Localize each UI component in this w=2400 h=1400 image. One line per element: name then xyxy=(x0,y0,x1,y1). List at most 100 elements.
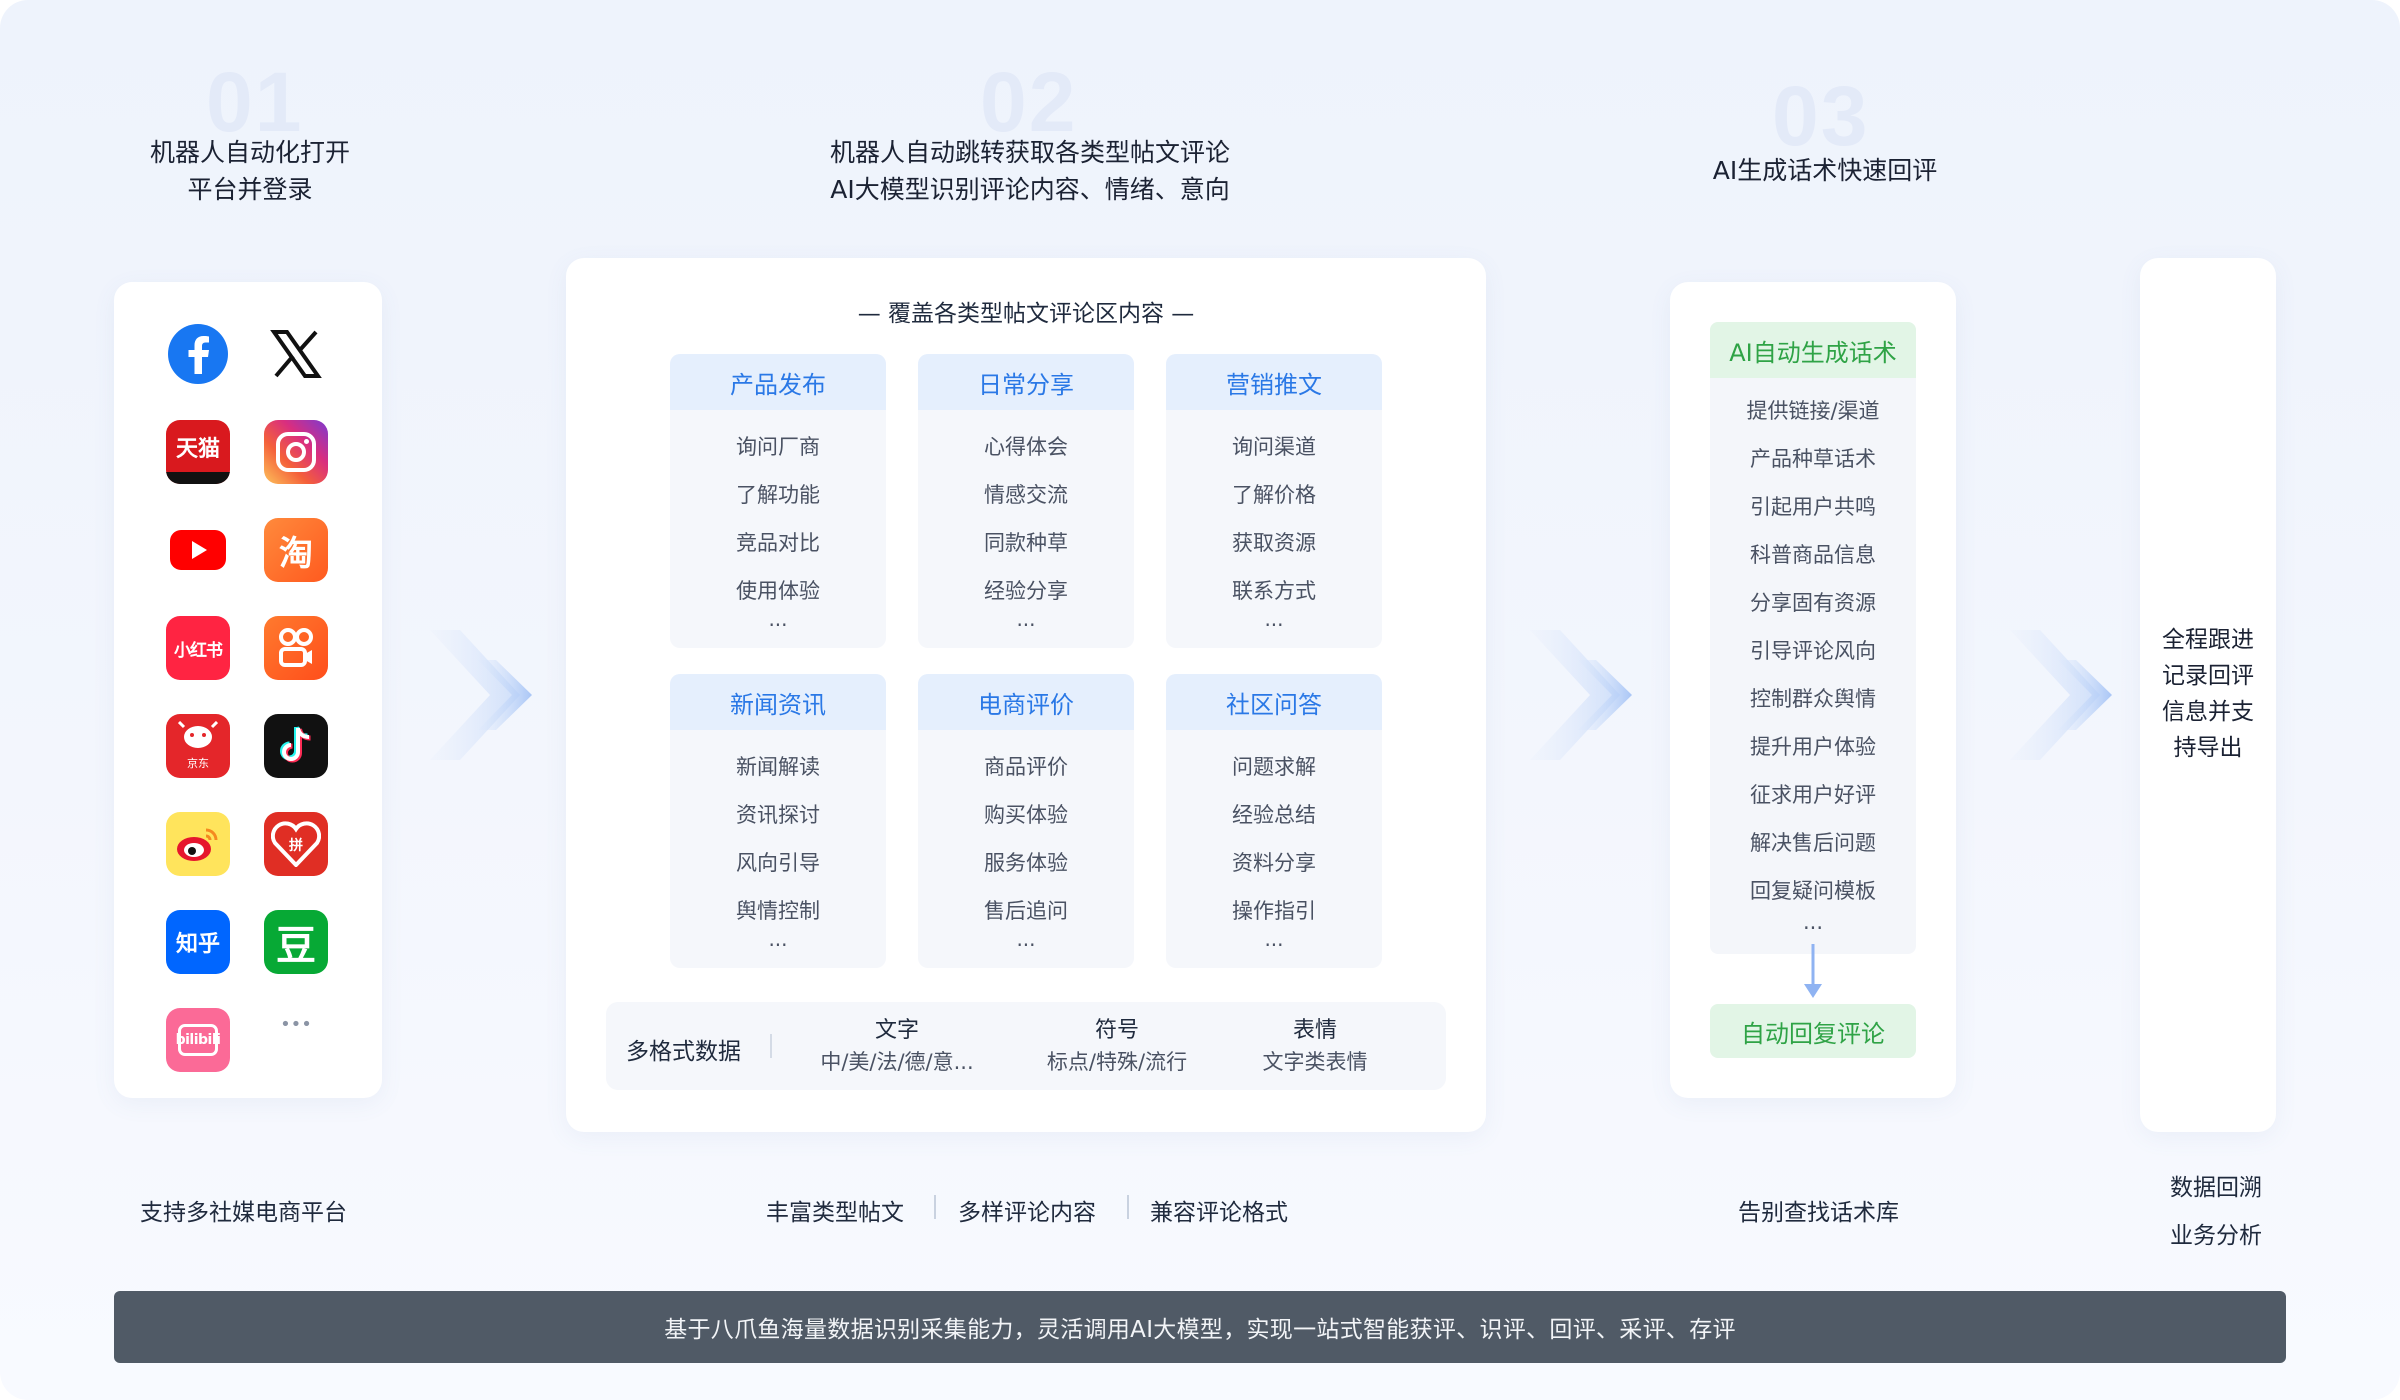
ai-script-item: 回复疑问模板 xyxy=(1750,879,1876,903)
pinduoduo-glyph: 拼 xyxy=(289,837,303,854)
category-item: 经验总结 xyxy=(1232,803,1316,827)
category-item: 资料分享 xyxy=(1232,851,1316,875)
kuaishou-icon[interactable] xyxy=(264,616,328,680)
category-item: 问题求解 xyxy=(1232,755,1316,779)
format-sub: 文字类表情 xyxy=(1262,1050,1368,1074)
bilibili-wordmark: bilibili xyxy=(175,1032,221,1048)
category-more: ... xyxy=(768,927,788,951)
caption-platforms: 支持多社媒电商平台 xyxy=(140,1200,347,1226)
step-title-2: 机器人自动跳转获取各类型帖文评论 AI大模型识别评论内容、情绪、意向 xyxy=(760,134,1300,208)
format-title: 符号 xyxy=(1094,1018,1139,1043)
step-title-2-line1: 机器人自动跳转获取各类型帖文评论 xyxy=(829,138,1230,167)
weibo-icon[interactable] xyxy=(166,812,230,876)
category-card-community: 社区问答 问题求解 经验总结 资料分享 操作指引 ... xyxy=(1166,674,1382,968)
category-card-news: 新闻资讯 新闻解读 资讯探讨 风向引导 舆情控制 ... xyxy=(670,674,886,968)
tracking-line: 持导出 xyxy=(2173,735,2243,761)
douban-icon[interactable]: 豆 xyxy=(264,910,328,974)
category-title: 新闻资讯 xyxy=(670,674,886,730)
caption-ai: 告别查找话术库 xyxy=(1738,1200,1899,1226)
ai-script-more: ... xyxy=(1802,910,1824,934)
auto-reply-button[interactable]: 自动回复评论 xyxy=(1710,1004,1916,1058)
category-item: 竞品对比 xyxy=(736,531,820,555)
category-item: 服务体验 xyxy=(984,851,1068,875)
flow-arrow-2 xyxy=(1530,630,1632,760)
format-text: 文字 中/美/法/德/意... xyxy=(792,1016,1002,1078)
format-sub: 标点/特殊/流行 xyxy=(1046,1050,1188,1074)
tiktok-icon[interactable] xyxy=(264,714,328,778)
ai-script-item: 产品种草话术 xyxy=(1750,447,1876,471)
category-item: 心得体会 xyxy=(984,435,1068,459)
multi-format-label: 多格式数据 xyxy=(626,1039,741,1065)
tmall-icon[interactable]: 天猫 xyxy=(166,420,230,484)
category-item: 询问厂商 xyxy=(736,435,820,459)
category-more: ... xyxy=(1264,927,1284,951)
tmall-icon-glyph: 天猫 xyxy=(175,437,220,462)
more-icon[interactable]: ••• xyxy=(264,992,328,1056)
category-card-daily: 日常分享 心得体会 情感交流 同款种草 经验分享 ... xyxy=(918,354,1134,648)
tracking-line: 全程跟进 xyxy=(2162,627,2254,653)
ai-script-item: 引导评论风向 xyxy=(1750,639,1876,663)
tracking-text: 全程跟进 记录回评 信息并支 持导出 xyxy=(2140,622,2276,766)
category-card-marketing: 营销推文 询问渠道 了解价格 获取资源 联系方式 ... xyxy=(1166,354,1382,648)
xiaohongshu-icon[interactable]: 小红书 xyxy=(166,616,230,680)
ai-script-item: 征求用户好评 xyxy=(1750,783,1876,807)
step-title-2-line2: AI大模型识别评论内容、情绪、意向 xyxy=(830,175,1230,204)
youtube-icon[interactable] xyxy=(166,518,230,582)
category-card-ecommerce: 电商评价 商品评价 购买体验 服务体验 售后追问 ... xyxy=(918,674,1134,968)
category-item: 新闻解读 xyxy=(736,755,820,779)
jd-icon-label: 京东 xyxy=(187,757,209,770)
format-title: 文字 xyxy=(874,1018,919,1043)
category-more: ... xyxy=(1264,607,1284,631)
caption-data-1: 数据回溯 xyxy=(2170,1175,2262,1201)
flow-arrow-1 xyxy=(430,630,532,760)
taobao-icon[interactable]: 淘 xyxy=(264,518,328,582)
category-title: 电商评价 xyxy=(918,674,1134,730)
ai-script-item: 分享固有资源 xyxy=(1750,591,1876,615)
category-item: 询问渠道 xyxy=(1232,435,1316,459)
jd-icon[interactable]: 京东 xyxy=(166,714,230,778)
category-more: ... xyxy=(1016,607,1036,631)
ai-script-item: 科普商品信息 xyxy=(1750,543,1876,567)
tracking-line: 记录回评 xyxy=(2162,663,2254,689)
zhihu-icon[interactable]: 知乎 xyxy=(166,910,230,974)
category-item: 获取资源 xyxy=(1232,531,1316,555)
ai-script-item: 提升用户体验 xyxy=(1750,735,1876,759)
instagram-icon[interactable] xyxy=(264,420,328,484)
category-title: 产品发布 xyxy=(670,354,886,410)
bilibili-icon[interactable]: bilibili xyxy=(166,1008,230,1072)
multi-format-bar: 多格式数据 文字 中/美/法/德/意... 符号 标点/特殊/流行 表情 文字类… xyxy=(606,1002,1446,1090)
ai-script-header: AI自动生成话术 xyxy=(1710,322,1916,378)
caption-content-3: 兼容评论格式 xyxy=(1150,1200,1288,1226)
facebook-icon[interactable] xyxy=(166,322,230,386)
tmall-icon-base xyxy=(166,472,230,484)
format-sub: 中/美/法/德/意... xyxy=(820,1050,974,1074)
category-more: ... xyxy=(768,607,788,631)
category-item: 了解功能 xyxy=(736,483,820,507)
format-emoji: 表情 文字类表情 xyxy=(1210,1016,1420,1078)
down-arrow-icon xyxy=(1804,944,1822,998)
category-title: 日常分享 xyxy=(918,354,1134,410)
x-icon[interactable] xyxy=(264,322,328,386)
tracking-line: 信息并支 xyxy=(2162,699,2254,725)
step-title-3: AI生成话术快速回评 xyxy=(1712,156,1938,185)
category-card-product: 产品发布 询问厂商 了解功能 竞品对比 使用体验 ... xyxy=(670,354,886,648)
coverage-title: — 覆盖各类型帖文评论区内容 — xyxy=(857,301,1195,327)
step-number-2: 02 xyxy=(980,55,1078,149)
ai-script-item: 解决售后问题 xyxy=(1750,831,1876,855)
caption-separator xyxy=(1127,1195,1129,1219)
ai-script-item: 提供链接/渠道 xyxy=(1746,399,1880,423)
category-item: 购买体验 xyxy=(984,803,1068,827)
caption-separator xyxy=(934,1195,936,1219)
category-item: 资讯探讨 xyxy=(736,803,820,827)
category-title: 社区问答 xyxy=(1166,674,1382,730)
caption-content-1: 丰富类型帖文 xyxy=(766,1200,904,1226)
step-title-1-line1: 机器人自动化打开 xyxy=(149,138,350,167)
format-title: 表情 xyxy=(1292,1018,1337,1043)
caption-data-2: 业务分析 xyxy=(2170,1223,2262,1249)
step-number-1: 01 xyxy=(206,55,304,149)
format-symbol: 符号 标点/特殊/流行 xyxy=(1012,1016,1222,1078)
pinduoduo-icon[interactable]: 拼 xyxy=(264,812,328,876)
category-item: 情感交流 xyxy=(984,483,1068,507)
step-title-1: 机器人自动化打开 平台并登录 xyxy=(110,134,390,208)
flow-arrow-3 xyxy=(2010,630,2112,760)
